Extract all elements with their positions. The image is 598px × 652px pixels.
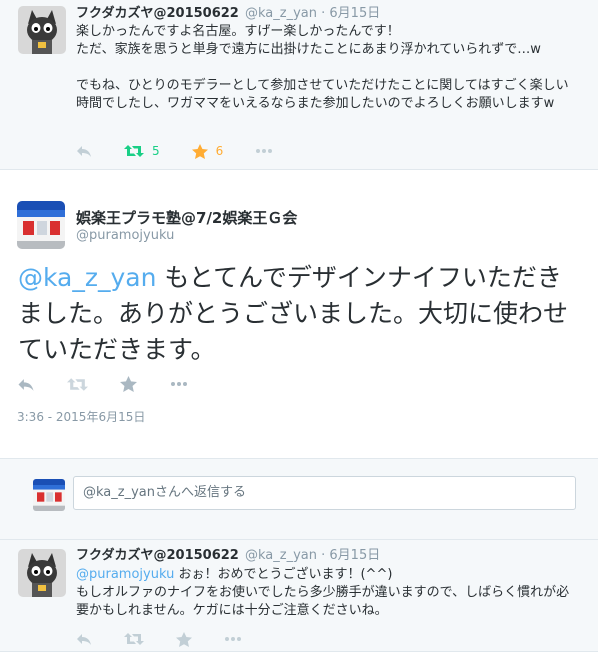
reply-button[interactable] (76, 144, 92, 158)
reply-button[interactable] (17, 377, 35, 392)
tweet-text: @ka_z_yan もとてんでデザインナイフいただきました。ありがとうございまし… (18, 260, 584, 368)
more-button[interactable] (224, 636, 242, 642)
mention-link[interactable]: @ka_z_yan (18, 263, 156, 292)
user-handle[interactable]: @puramojyuku (76, 228, 174, 243)
reply-box: @ka_z_yanさんへ返信する (0, 458, 598, 540)
user-name[interactable]: 娯楽王プラモ塾@7/2娯楽王Ｇ会 (76, 207, 297, 228)
more-icon (171, 382, 187, 386)
more-button[interactable] (255, 148, 273, 154)
retweet-button[interactable]: 5 (124, 144, 160, 158)
retweet-button[interactable] (124, 632, 144, 646)
tweet-date[interactable]: 6月15日 (329, 6, 380, 21)
user-handle[interactable]: @ka_z_yan (245, 548, 317, 563)
tweet-date[interactable]: 6月15日 (329, 548, 380, 563)
separator: · (321, 6, 326, 21)
favorite-icon (191, 143, 208, 159)
favorite-count: 6 (215, 144, 224, 158)
reply-icon (77, 634, 91, 645)
reply-input[interactable]: @ka_z_yanさんへ返信する (73, 476, 576, 510)
tweet-actions: 5 6 (76, 141, 305, 161)
tweet-header: フクダカズヤ@20150622 @ka_z_yan · 6月15日 (76, 5, 380, 23)
retweet-icon (124, 145, 144, 157)
reply-icon (77, 146, 91, 157)
tweet-actions (76, 629, 274, 649)
mention-link[interactable]: @puramojyuku (76, 567, 174, 582)
avatar (33, 479, 65, 511)
retweet-button[interactable] (67, 377, 88, 392)
favorite-icon (176, 631, 192, 647)
tweet-ancestor[interactable]: フクダカズヤ@20150622 @ka_z_yan · 6月15日 楽しかったん… (0, 0, 598, 170)
user-name[interactable]: フクダカズヤ@20150622 (76, 6, 239, 21)
tweet-text: 楽しかったんですよ名古屋。すげー楽しかったんです！ ただ、家族を思うと単身で遠方… (76, 24, 569, 111)
more-icon (225, 637, 241, 641)
retweet-icon (124, 633, 144, 645)
more-icon (256, 149, 273, 153)
favorite-icon (120, 376, 137, 392)
retweet-count: 5 (152, 144, 160, 158)
separator: · (321, 548, 326, 563)
tweet-timestamp[interactable]: 3:36 - 2015年6月15日 (17, 408, 145, 425)
favorite-button[interactable] (120, 376, 137, 392)
avatar[interactable] (17, 201, 65, 249)
tweet-header: フクダカズヤ@20150622 @ka_z_yan · 6月15日 (76, 547, 380, 565)
reply-icon (18, 378, 34, 391)
more-button[interactable] (169, 381, 189, 387)
permalink-tweet: 娯楽王プラモ塾@7/2娯楽王Ｇ会 @puramojyuku @ka_z_yan … (0, 170, 598, 458)
tweet-actions (17, 374, 221, 394)
tweet-text: @puramojyuku おぉ！おめでとうございます！(^^) もしオルファのナ… (76, 566, 581, 620)
user-name[interactable]: フクダカズヤ@20150622 (76, 548, 239, 563)
avatar[interactable] (18, 549, 66, 597)
tweet-reply[interactable]: フクダカズヤ@20150622 @ka_z_yan · 6月15日 @puram… (0, 540, 598, 652)
user-handle[interactable]: @ka_z_yan (245, 6, 317, 21)
retweet-icon (67, 377, 88, 391)
favorite-button[interactable]: 6 (191, 143, 224, 159)
reply-button[interactable] (76, 632, 92, 646)
favorite-button[interactable] (176, 631, 192, 647)
avatar[interactable] (18, 6, 66, 54)
